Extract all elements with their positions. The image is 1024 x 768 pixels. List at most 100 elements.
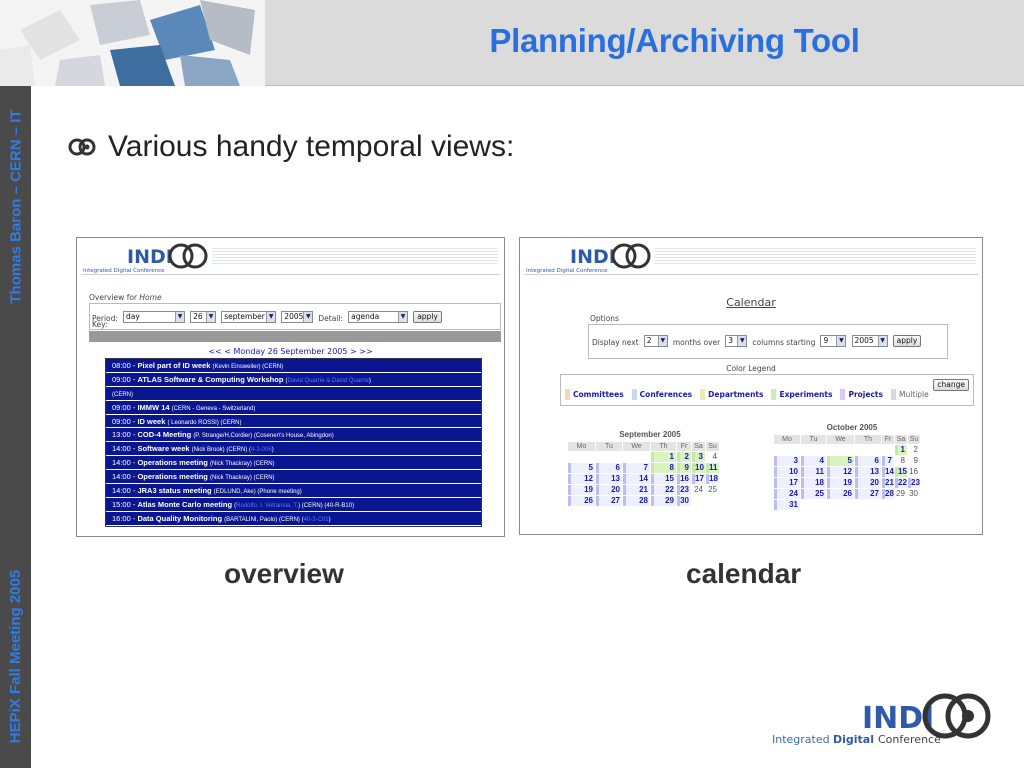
calendar-day[interactable]: 10 <box>692 463 705 473</box>
calendar-day[interactable]: 13 <box>596 474 622 484</box>
calendar-day[interactable]: 2 <box>677 452 691 462</box>
calendar-day[interactable]: 28 <box>623 496 650 506</box>
calendar-day[interactable]: 2 <box>908 445 920 455</box>
calendar-day[interactable]: 23 <box>677 485 691 495</box>
calendar-day[interactable]: 15 <box>895 467 907 477</box>
calendar-day[interactable]: 20 <box>855 478 881 488</box>
start-year-select[interactable]: 2005 ▼ <box>851 334 888 347</box>
calendar-day[interactable]: 25 <box>801 489 826 499</box>
change-button[interactable]: change <box>933 379 969 391</box>
empty-cell <box>623 452 650 462</box>
event-title: Pixel part of ID week <box>137 361 211 370</box>
empty-cell <box>827 500 854 510</box>
period-select[interactable]: day ▼ <box>123 310 186 323</box>
event-row[interactable]: 15:00 - Atlas Monte Carlo meeting (Rodol… <box>106 498 481 512</box>
calendar-day[interactable]: 18 <box>801 478 826 488</box>
calendar-day[interactable]: 24 <box>774 489 800 499</box>
empty-cell <box>692 496 705 506</box>
calendar-day[interactable]: 7 <box>882 456 894 466</box>
event-row[interactable]: 14:00 - Operations meeting (Nick Thackra… <box>106 456 481 471</box>
header-stripes <box>212 246 498 264</box>
event-row[interactable]: 14:00 - Operations meeting (Nick Thackra… <box>106 470 481 485</box>
calendar-day[interactable]: 22 <box>895 478 907 488</box>
calendar-day[interactable]: 21 <box>882 478 894 488</box>
month-grid: Mo Tu We Th Fr Sa Su 1 2 3 4 5 6 7 8 9 10 11 12 13 14 15 16 17 1… <box>774 435 920 510</box>
event-row[interactable]: 09:00 - IMMW 14 (CERN - Geneva - Switzer… <box>106 401 481 415</box>
calendar-day[interactable]: 24 <box>692 485 705 495</box>
calendar-day[interactable]: 12 <box>827 467 854 477</box>
calendar-day[interactable]: 18 <box>706 474 719 484</box>
calendar-day[interactable]: 10 <box>774 467 800 477</box>
calendar-day[interactable]: 31 <box>774 500 800 510</box>
event-row[interactable]: (CERN) <box>106 387 481 401</box>
calendar-day[interactable]: 5 <box>827 456 854 466</box>
day-header: Mo <box>774 435 800 444</box>
apply-button[interactable]: apply <box>413 310 442 323</box>
calendar-day[interactable]: 11 <box>706 463 719 473</box>
event-row[interactable]: 08:00 - Pixel part of ID week (Kevin Ein… <box>106 359 481 373</box>
calendar-day[interactable]: 6 <box>596 463 622 473</box>
event-row[interactable]: 14:00 - Software week (Nick Brook) (CERN… <box>106 442 481 457</box>
calendar-day[interactable]: 4 <box>706 452 719 462</box>
calendar-day[interactable]: 27 <box>596 496 622 506</box>
calendar-day[interactable]: 17 <box>774 478 800 488</box>
calendar-day[interactable]: 4 <box>801 456 826 466</box>
event-row[interactable]: 16:00 - Data Quality Monitoring (BARTALI… <box>106 512 481 526</box>
day-header: Th <box>651 442 676 451</box>
calendar-day[interactable]: 17 <box>692 474 705 484</box>
calendar-day[interactable]: 21 <box>623 485 650 495</box>
calendar-day[interactable]: 3 <box>692 452 705 462</box>
indico-logo: INDI Integrated Digital Conference <box>526 243 651 274</box>
calendar-day[interactable]: 5 <box>568 463 595 473</box>
apply-button[interactable]: apply <box>892 334 922 347</box>
calendar-day[interactable]: 19 <box>827 478 854 488</box>
calendar-day[interactable]: 16 <box>908 467 920 477</box>
calendar-day[interactable]: 14 <box>882 467 894 477</box>
calendar-day[interactable]: 29 <box>651 496 676 506</box>
start-month-select[interactable]: 9 ▼ <box>820 334 847 347</box>
calendar-day[interactable]: 28 <box>882 489 894 499</box>
calendar-day[interactable]: 25 <box>706 485 719 495</box>
months-select[interactable]: 2 ▼ <box>643 334 668 347</box>
detail-select[interactable]: agenda ▼ <box>348 310 409 323</box>
year-select[interactable]: 2005 ▼ <box>281 310 314 323</box>
event-row[interactable]: 09:00 - ATLAS Software & Computing Works… <box>106 373 481 387</box>
event-row[interactable]: 13:00 - COD-4 Meeting (P. Strange/H.Cord… <box>106 428 481 443</box>
calendar-day[interactable]: 16 <box>677 474 691 484</box>
calendar-day[interactable]: 14 <box>623 474 650 484</box>
month-grid: Mo Tu We Th Fr Sa Su 1 2 3 4 5 6 7 8 9 10 11 12 13 14 15 16 17 1… <box>568 442 719 506</box>
columns-select[interactable]: 3 ▼ <box>725 334 748 347</box>
calendar-month: October 2005 Mo Tu We Th Fr Sa Su 1 2 3 4 5 6 7 8 9 10 11… <box>774 423 930 523</box>
calendar-day[interactable]: 6 <box>855 456 881 466</box>
calendar-day[interactable]: 7 <box>623 463 650 473</box>
calendar-day[interactable]: 20 <box>596 485 622 495</box>
calendar-day[interactable]: 8 <box>895 456 907 466</box>
calendar-day[interactable]: 23 <box>908 478 920 488</box>
event-row[interactable]: 14:00 - JRA3 status meeting (EDLUND, Ake… <box>106 484 481 498</box>
calendar-day[interactable]: 9 <box>677 463 691 473</box>
event-row[interactable]: 09:00 - ID week ( Leonardo ROSSI) (CERN) <box>106 415 481 429</box>
calendar-day[interactable]: 1 <box>895 445 907 455</box>
calendar-day[interactable]: 27 <box>855 489 881 499</box>
calendar-day[interactable]: 22 <box>651 485 676 495</box>
day-header: Sa <box>692 442 705 451</box>
calendar-day[interactable]: 13 <box>855 467 881 477</box>
calendar-day[interactable]: 8 <box>651 463 676 473</box>
month-select[interactable]: september ▼ <box>221 310 277 323</box>
calendar-day[interactable]: 19 <box>568 485 595 495</box>
day-select[interactable]: 26 ▼ <box>190 310 217 323</box>
calendar-day[interactable]: 30 <box>908 489 920 499</box>
calendar-day[interactable]: 1 <box>651 452 676 462</box>
calendar-day[interactable]: 12 <box>568 474 595 484</box>
svg-text:INDI: INDI <box>570 246 616 268</box>
calendar-day[interactable]: 15 <box>651 474 676 484</box>
calendar-day[interactable]: 11 <box>801 467 826 477</box>
calendar-day[interactable]: 30 <box>677 496 691 506</box>
svg-text:Integrated: Integrated <box>772 733 830 746</box>
calendar-day[interactable]: 26 <box>568 496 595 506</box>
calendar-day[interactable]: 3 <box>774 456 800 466</box>
calendar-day[interactable]: 29 <box>895 489 907 499</box>
calendar-day[interactable]: 9 <box>908 456 920 466</box>
calendar-day[interactable]: 26 <box>827 489 854 499</box>
day-navigation[interactable]: << < Monday 26 September 2005 > >> <box>77 347 504 356</box>
